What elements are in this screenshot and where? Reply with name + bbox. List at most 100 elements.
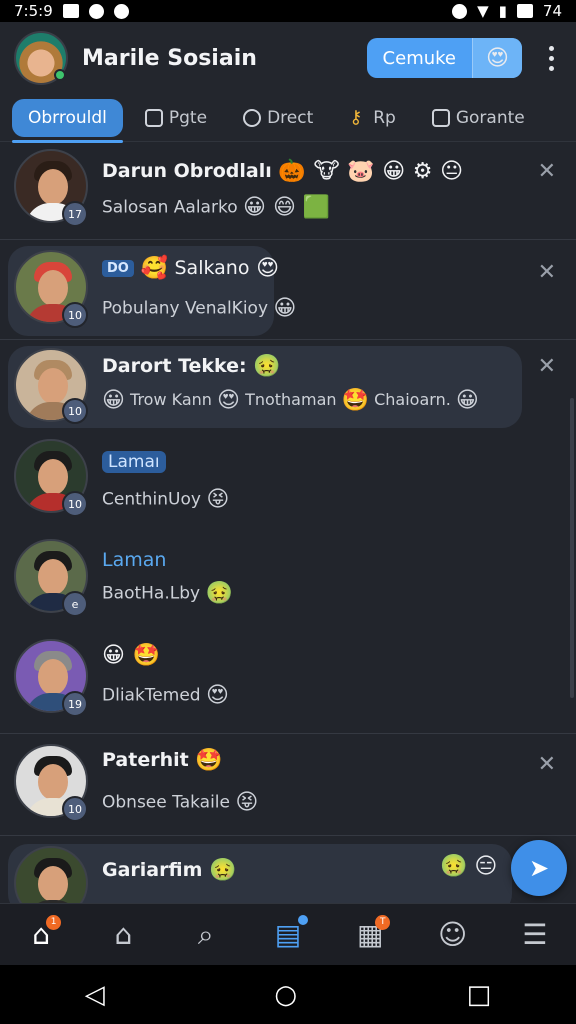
chat-row[interactable]: Gariarfim 🤢 🤢 😑 <box>0 835 576 903</box>
message-text: Pobulany VenalKioy <box>102 298 269 319</box>
name-emojis: 😀 🤩 <box>102 643 160 668</box>
compose-button[interactable]: Cemuke 😍 <box>366 38 522 78</box>
chat-row[interactable]: 10 Darort Tekke: 🤢 😀 Trow Kann 😍 Tnotham… <box>0 339 576 431</box>
status-bar: 7:5:9 ▼ ▮ 74 <box>0 0 576 22</box>
tab-label: Gorante <box>455 107 525 128</box>
avatar-badge: 10 <box>62 491 88 517</box>
reaction-emojis: 🤢 😑 <box>440 854 498 879</box>
message-text: Salosan Aalarko <box>102 197 238 218</box>
message-emojis: 😀 <box>455 388 479 413</box>
tab-bar: Obrrouldl Pgte Drect ⚷ Rp Gorante <box>0 94 576 143</box>
tab-direct[interactable]: Drect <box>243 94 313 142</box>
recents-icon[interactable]: □ <box>467 980 492 1010</box>
system-nav-bar: ◁ ○ □ <box>0 965 576 1024</box>
nav-chats[interactable]: ▤ <box>268 914 308 955</box>
tab-page[interactable]: Pgte <box>144 94 207 142</box>
compose-label: Cemuke <box>382 47 456 69</box>
nav-profile[interactable]: ☺ <box>433 915 473 955</box>
chat-row[interactable]: e Laman BaotHa.Lby 🤢 <box>0 533 576 631</box>
tab-gorante[interactable]: Gorante <box>431 94 525 142</box>
emoji-icon[interactable]: 😍 <box>472 38 522 78</box>
message-icon <box>431 108 450 127</box>
chat-message: DliakTemed 😍 <box>102 683 229 708</box>
chat-message: Salosan Aalarko 😀 😄 🟩 <box>102 195 330 220</box>
tab-chats[interactable]: Obrrouldl <box>12 98 123 143</box>
search-icon: ⌕ <box>197 917 214 951</box>
signal-icon: ▮ <box>498 2 507 20</box>
close-icon[interactable]: ✕ <box>538 752 556 777</box>
message-text: Chaioarn. <box>374 390 451 409</box>
avatar-badge: 10 <box>62 398 88 424</box>
scrollbar[interactable] <box>570 398 574 698</box>
name-tag: DO <box>102 260 134 277</box>
message-emojis: 😝 <box>235 790 259 815</box>
chat-row[interactable]: 10 Lamaı CenthinUoy 😝 <box>0 433 576 531</box>
message-emojis: 🤢 <box>205 581 233 606</box>
battery-level: 74 <box>542 2 562 20</box>
nav-badge: 1 <box>46 914 62 930</box>
online-dot <box>54 69 66 81</box>
bottom-nav: ⌂ 1 ⌂ ⌕ ▤ ▦ T ☺ ☰ <box>0 903 576 965</box>
name-emojis: 🤢 <box>209 858 237 883</box>
nav-store[interactable]: ▦ T <box>350 914 391 955</box>
name-emojis: 🤩 <box>195 748 223 773</box>
profile-avatar[interactable] <box>14 31 68 85</box>
avatar-badge: 17 <box>62 201 88 227</box>
nav-search[interactable]: ⌕ <box>186 915 226 955</box>
image-icon <box>62 4 79 18</box>
market-icon: ⌂ <box>114 918 133 951</box>
chat-message: BaotHa.Lby 🤢 <box>102 581 233 606</box>
close-icon[interactable]: ✕ <box>538 354 556 379</box>
chat-name-text: Darort Tekke: <box>102 355 247 377</box>
message-text: CenthinUoy <box>102 489 201 510</box>
avatar-badge: e <box>62 591 88 617</box>
chat-name: DO 🥰 Salkano 😍 <box>102 256 279 281</box>
message-text: Tnothaman <box>245 390 337 409</box>
tab-label: Drect <box>267 107 314 128</box>
chat-name: Darun Obrodlalı 🎃 🐮 🐷 😀 ⚙ 😐 <box>102 159 463 184</box>
home-circle-icon[interactable]: ○ <box>274 980 297 1010</box>
messenger-icon <box>88 3 104 19</box>
profile-icon: ☺ <box>437 918 468 951</box>
chat-message: CenthinUoy 😝 <box>102 487 229 512</box>
menu-icon: ☰ <box>522 918 548 951</box>
chat-name-text: Darun Obrodlalı <box>102 160 272 182</box>
chat-row[interactable]: 19 😀 🤩 DliakTemed 😍 <box>0 633 576 733</box>
message-text: BaotHa.Lby <box>102 583 201 604</box>
back-icon[interactable]: ◁ <box>85 980 105 1010</box>
nav-home[interactable]: ⌂ 1 <box>21 914 62 955</box>
nav-menu[interactable]: ☰ <box>515 915 555 955</box>
chat-message: 😀 Trow Kann 😍 Tnothaman 🤩 Chaioarn. 😀 <box>102 388 479 413</box>
chat-message: Obnsee Takaile 😝 <box>102 790 258 815</box>
avatar-badge: 10 <box>62 796 88 822</box>
chat-row[interactable]: 10 DO 🥰 Salkano 😍 Pobulany VenalKioy 😀 ✕ <box>0 239 576 339</box>
key-icon: ⚷ <box>349 106 363 128</box>
name-emojis: 😍 <box>256 256 280 281</box>
close-icon[interactable]: ✕ <box>538 159 556 184</box>
app-header: Marile Sosiain Cemuke 😍 <box>0 22 576 94</box>
chat-list[interactable]: 17 Darun Obrodlalı 🎃 🐮 🐷 😀 ⚙ 😐 Salosan A… <box>0 143 576 903</box>
wifi-icon: ▼ <box>477 2 489 20</box>
chat-name: Darort Tekke: 🤢 <box>102 354 281 379</box>
chats-icon: ▤ <box>274 918 302 951</box>
status-time: 7:5:9 <box>14 2 53 20</box>
tab-rp[interactable]: ⚷ Rp <box>349 94 396 142</box>
chat-row[interactable]: 17 Darun Obrodlalı 🎃 🐮 🐷 😀 ⚙ 😐 Salosan A… <box>0 143 576 239</box>
message-text: Trow Kann <box>130 390 212 409</box>
chat-name-text: Gariarfim <box>102 859 203 881</box>
chat-name: Paterhit 🤩 <box>102 748 223 773</box>
message-emojis: 😍 <box>205 683 229 708</box>
close-icon[interactable]: ✕ <box>538 260 556 285</box>
message-emojis: 😝 <box>206 487 230 512</box>
send-button[interactable]: ➤ <box>511 840 567 896</box>
heart-notification-icon <box>113 3 129 19</box>
chat-name-text: Salkano <box>174 257 250 279</box>
tab-label: Rp <box>373 107 396 128</box>
alarm-icon <box>452 3 468 19</box>
app-title: Marile Sosiain <box>82 45 257 71</box>
nav-market[interactable]: ⌂ <box>103 915 143 955</box>
more-options-icon[interactable] <box>544 45 558 71</box>
message-emojis: 😀 <box>273 296 297 321</box>
page-icon <box>144 108 163 127</box>
chat-row[interactable]: 10 Paterhit 🤩 Obnsee Takaile 😝 ✕ <box>0 733 576 833</box>
